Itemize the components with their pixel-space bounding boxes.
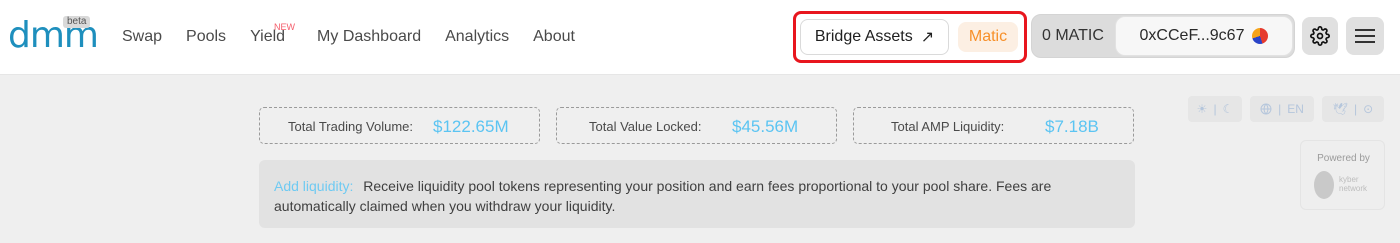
discord-icon[interactable]: ⊙ [1363,102,1373,116]
nav-analytics[interactable]: Analytics [445,27,509,47]
info-description: Receive liquidity pool tokens representi… [274,178,1052,214]
wallet-address: 0xCCeF...9c67 [1139,27,1245,44]
stat-value: $7.18B [1045,117,1099,136]
kyber-wordmark: kyber network [1339,175,1367,193]
nav-yield[interactable]: Yield NEW [250,22,295,47]
divider: | [1213,102,1217,116]
stat-label: Total AMP Liquidity: [891,119,1005,134]
language-label: EN [1287,102,1304,116]
add-liquidity-link[interactable]: Add liquidity: [274,178,353,194]
nav-my-dashboard[interactable]: My Dashboard [317,27,421,47]
nav-swap[interactable]: Swap [122,27,162,47]
globe-icon [1260,103,1272,115]
wallet-avatar-icon [1252,28,1269,44]
beta-badge: beta [63,16,91,28]
sun-icon: ☀ [1196,102,1208,116]
hamburger-menu-icon [1355,29,1375,43]
info-text-block: Add liquidity: Receive liquidity pool to… [274,176,1124,216]
kyber-logo-icon [1314,171,1334,199]
divider: | [1354,102,1358,116]
theme-toggle[interactable]: ☀ | ☾ [1188,96,1242,122]
nav-pools[interactable]: Pools [186,27,226,47]
powered-by-label: Powered by [1317,153,1370,164]
stat-value: $122.65M [433,117,509,136]
new-badge: NEW [274,22,296,32]
powered-by-badge[interactable]: Powered by kyber network [1300,140,1385,210]
social-links: 🕊 | ⊙ [1322,96,1384,122]
divider: | [1278,102,1282,116]
info-banner: Add liquidity: Receive liquidity pool to… [259,160,1135,228]
stat-amp-liquidity: Total AMP Liquidity: $7.18B [853,107,1134,144]
stat-value: $45.56M [732,117,799,136]
language-selector[interactable]: | EN [1250,96,1314,122]
stat-trading-volume: Total Trading Volume: $122.65M [259,107,540,144]
settings-button[interactable] [1302,17,1338,55]
main-nav: Swap Pools Yield NEW My Dashboard Analyt… [122,22,599,47]
nav-about[interactable]: About [533,27,575,47]
external-arrow-icon: ↗ [920,29,935,46]
kyber-line2: network [1339,184,1368,193]
menu-button[interactable] [1346,17,1384,55]
wallet-address-button[interactable]: 0xCCeF...9c67 [1115,16,1293,56]
stat-label: Total Trading Volume: [288,119,414,134]
stat-value-locked: Total Value Locked: $45.56M [556,107,837,144]
stat-label: Total Value Locked: [589,119,702,134]
bridge-assets-label: Bridge Assets [814,28,913,45]
gear-icon [1310,26,1330,46]
kyber-line1: kyber [1339,175,1359,184]
wallet-balance: 0 MATIC [1042,27,1104,44]
bridge-assets-button[interactable]: Bridge Assets ↗ [800,19,949,55]
dmm-logo[interactable]: dmm beta [8,14,99,56]
top-header: dmm beta Swap Pools Yield NEW My Dashboa… [0,0,1400,75]
twitter-icon[interactable]: 🕊 [1333,102,1348,116]
moon-icon: ☾ [1222,102,1234,116]
wallet-box: 0 MATIC 0xCCeF...9c67 [1031,14,1295,58]
network-selector[interactable]: Matic [958,22,1018,52]
